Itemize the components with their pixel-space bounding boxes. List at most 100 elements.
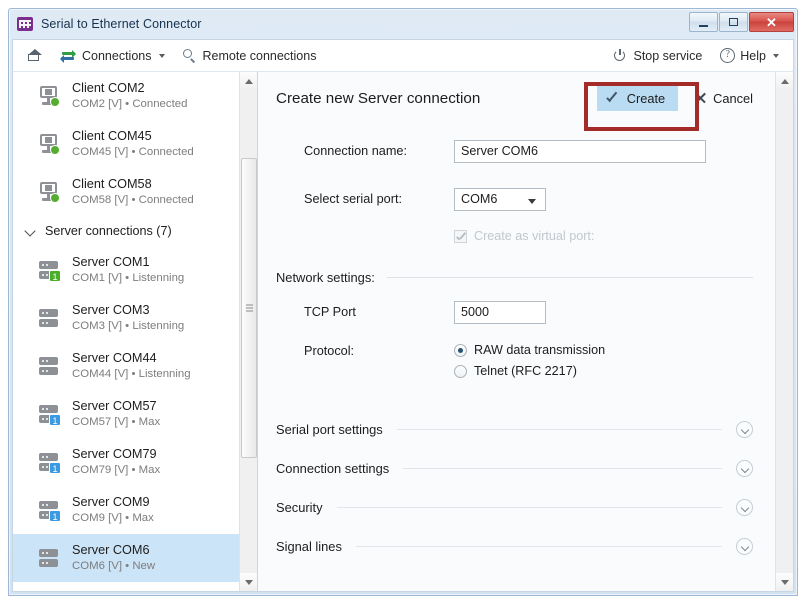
divider-line (356, 546, 722, 547)
list-item[interactable]: Server COM44 COM44 [V] • Listenning (13, 342, 239, 390)
serial-port-row: Select serial port: COM6 (258, 182, 775, 216)
create-button-label: Create (627, 91, 665, 106)
serial-port-selected-value: COM6 (461, 192, 497, 206)
server-rack-icon: 1 (37, 258, 63, 282)
chevron-down-icon[interactable] (736, 421, 753, 438)
remote-connections-button[interactable]: Remote connections (179, 40, 321, 71)
app-icon (17, 17, 33, 31)
protocol-option-telnet[interactable]: Telnet (RFC 2217) (454, 364, 605, 378)
connection-name-label: Connection name: (276, 144, 454, 158)
section-security[interactable]: Security (258, 488, 775, 527)
list-item-selected[interactable]: Server COM6 COM6 [V] • New (13, 534, 239, 582)
scrollbar-thumb[interactable] (241, 158, 257, 458)
protocol-row: Protocol: RAW data transmission Telnet (… (258, 343, 775, 378)
connection-name-input[interactable] (454, 140, 706, 163)
minimize-button[interactable] (689, 12, 718, 32)
list-item-subtitle: COM2 [V] • Connected (72, 97, 187, 112)
list-item-title: Server COM1 (72, 254, 184, 270)
home-button[interactable] (23, 40, 46, 71)
close-icon: ✕ (766, 16, 777, 29)
client-monitor-icon (37, 180, 63, 204)
stop-service-button[interactable]: Stop service (610, 40, 707, 71)
status-badge: 1 (49, 462, 61, 474)
section-label: Signal lines (276, 539, 342, 554)
maximize-icon (729, 18, 738, 26)
minimize-icon (699, 25, 708, 27)
virtual-port-row: Create as virtual port: (258, 222, 775, 250)
divider-line (403, 468, 722, 469)
connections-menu[interactable]: Connections (56, 40, 169, 71)
list-item[interactable]: Client COM58 COM58 [V] • Connected (13, 168, 239, 216)
list-item-title: Server COM9 (72, 494, 154, 510)
divider-line (387, 277, 753, 278)
protocol-label: Protocol: (276, 343, 454, 358)
serial-port-select[interactable]: COM6 (454, 188, 546, 211)
list-item-subtitle: COM44 [V] • Listenning (72, 367, 191, 382)
protocol-option-raw[interactable]: RAW data transmission (454, 343, 605, 357)
client-monitor-icon (37, 132, 63, 156)
list-item-subtitle: COM45 [V] • Connected (72, 145, 194, 160)
list-item[interactable]: Server COM3 COM3 [V] • Listenning (13, 294, 239, 342)
list-item-subtitle: COM3 [V] • Listenning (72, 319, 184, 334)
create-virtual-port-label: Create as virtual port: (474, 229, 594, 243)
status-dot (50, 193, 60, 203)
group-header-label: Server connections (7) (45, 224, 172, 238)
list-item[interactable]: 1 Server COM1 COM1 [V] • Listenning (13, 246, 239, 294)
list-item-title: Client COM2 (72, 80, 187, 96)
application-window: Serial to Ethernet Connector ✕ Connectio… (8, 8, 798, 596)
create-button[interactable]: Create (597, 86, 678, 111)
server-rack-icon (37, 546, 63, 570)
check-icon (607, 94, 620, 103)
stop-service-label: Stop service (634, 49, 703, 63)
chevron-down-icon[interactable] (736, 460, 753, 477)
maximize-button[interactable] (719, 12, 748, 32)
list-item[interactable]: 1 Server COM57 COM57 [V] • Max (13, 390, 239, 438)
list-item[interactable]: Client COM2 COM2 [V] • Connected (13, 72, 239, 120)
list-item-subtitle: COM9 [V] • Max (72, 511, 154, 526)
close-button[interactable]: ✕ (749, 12, 794, 32)
status-badge: 1 (49, 414, 61, 426)
help-menu[interactable]: ? Help (716, 40, 783, 71)
tcp-port-label: TCP Port (276, 305, 454, 319)
section-signal-lines[interactable]: Signal lines (258, 527, 775, 566)
list-item-title: Server COM3 (72, 302, 184, 318)
list-item[interactable]: Client COM45 COM45 [V] • Connected (13, 120, 239, 168)
section-connection-settings[interactable]: Connection settings (258, 449, 775, 488)
sidebar-scrollbar[interactable] (239, 72, 257, 591)
question-mark-icon: ? (720, 48, 735, 63)
server-connections-group-header[interactable]: Server connections (7) (13, 216, 239, 246)
cancel-button[interactable]: Cancel (694, 91, 753, 106)
connections-label: Connections (82, 49, 152, 63)
remote-connections-label: Remote connections (203, 49, 317, 63)
client-monitor-icon (37, 84, 63, 108)
list-item-title: Client COM58 (72, 176, 194, 192)
chevron-down-icon[interactable] (736, 538, 753, 555)
status-badge: 1 (49, 510, 61, 522)
network-settings-divider: Network settings: (258, 270, 775, 285)
main-panel-scrollbar[interactable] (775, 72, 793, 591)
network-settings-label: Network settings: (276, 270, 375, 285)
window-title: Serial to Ethernet Connector (41, 17, 202, 31)
list-item[interactable]: 1 Server COM79 COM79 [V] • Max (13, 438, 239, 486)
window-controls: ✕ (689, 12, 794, 32)
two-way-arrows-icon (60, 49, 76, 62)
section-serial-port-settings[interactable]: Serial port settings (258, 410, 775, 449)
list-item-title: Server COM44 (72, 350, 191, 366)
title-bar: Serial to Ethernet Connector ✕ (9, 9, 797, 39)
tcp-port-row: TCP Port (258, 295, 775, 329)
create-connection-form: Create new Server connection Create Canc… (258, 72, 775, 591)
status-dot (50, 97, 60, 107)
tcp-port-input[interactable] (454, 301, 546, 324)
chevron-down-icon (528, 199, 536, 204)
chevron-down-icon (159, 54, 165, 58)
scroll-up-arrow-icon[interactable] (776, 72, 794, 90)
server-rack-icon: 1 (37, 450, 63, 474)
protocol-option-label: RAW data transmission (474, 343, 605, 357)
page-title: Create new Server connection (276, 90, 480, 107)
chevron-down-icon[interactable] (736, 499, 753, 516)
section-label: Serial port settings (276, 422, 383, 437)
connections-sidebar: Client COM2 COM2 [V] • Connected Client … (12, 71, 258, 592)
scroll-up-arrow-icon[interactable] (240, 72, 258, 90)
home-icon (27, 49, 42, 62)
list-item[interactable]: 1 Server COM9 COM9 [V] • Max (13, 486, 239, 534)
